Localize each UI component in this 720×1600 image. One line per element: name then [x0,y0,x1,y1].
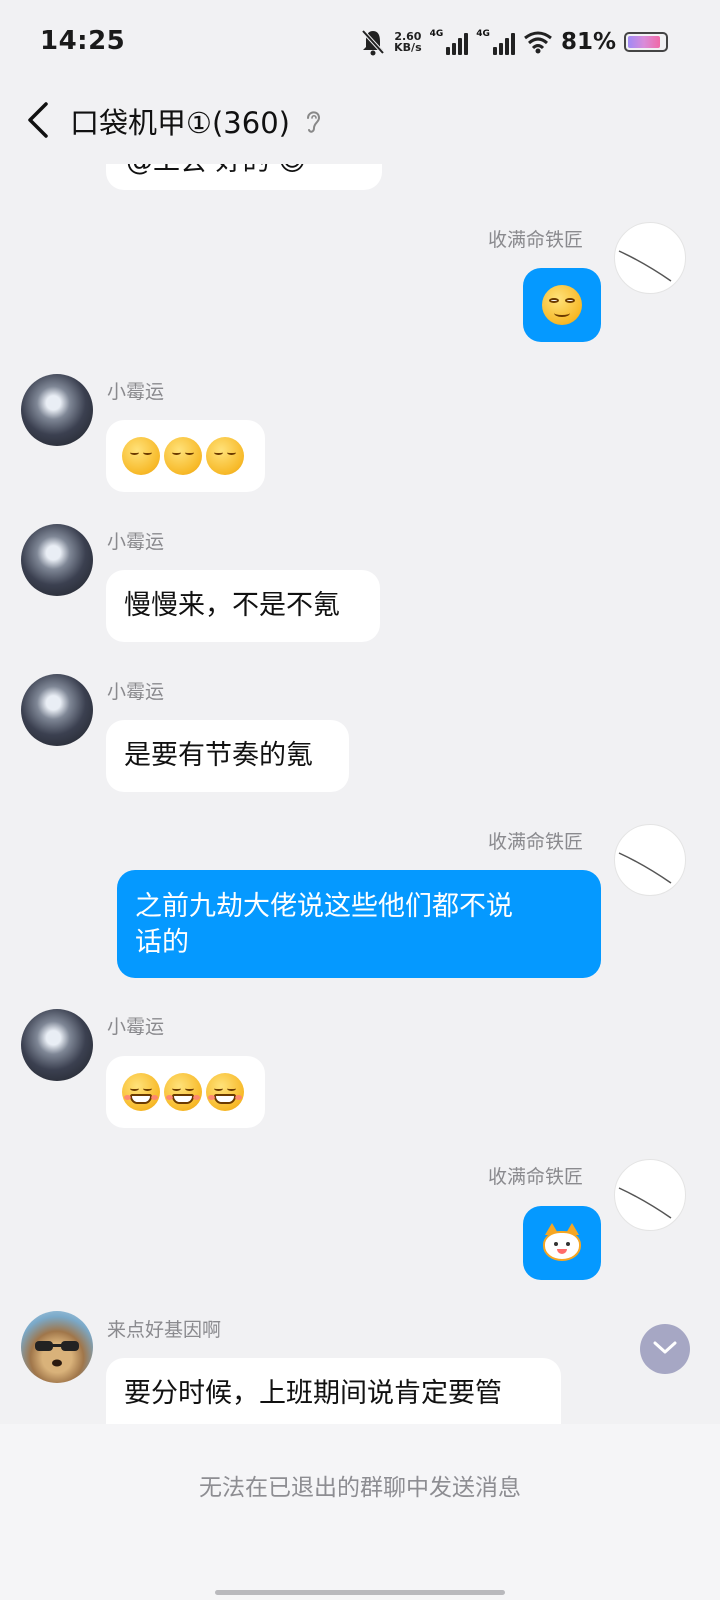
avatar-sketch-icon [618,1187,672,1219]
message-bubble[interactable]: 是要有节奏的氪 [106,720,349,792]
sender-name: 小霉运 [107,1016,165,1038]
status-time: 14:25 [40,26,126,56]
network-type: 4G [476,29,490,39]
back-chevron-icon [28,102,48,138]
network-speed: 2.60 KB/s [394,31,421,53]
battery-icon [624,32,668,52]
sunglasses-dog-icon [35,1341,79,1367]
message-text: 慢慢来，不是不氪 [124,590,340,621]
avatar[interactable] [21,1311,93,1383]
avatar[interactable] [21,524,93,596]
avatar[interactable] [614,824,686,896]
signal-icon: 4G [430,29,469,55]
chat-messages-area[interactable]: @工会 好的 😊 收满命铁匠 小霉运 小霉运 慢慢来，不是不氪 小霉运 是要有节… [0,0,720,1424]
chevron-down-icon [653,1341,677,1354]
wifi-icon [524,31,552,54]
sender-name: 收满命铁匠 [488,1166,584,1188]
message-text: 是要有节奏的氪 [124,740,313,771]
grin-emoji-icon [122,1073,160,1111]
pensive-emoji-icon [122,437,160,475]
message-bubble[interactable]: 要分时候，上班期间说肯定要管 [106,1358,561,1424]
home-indicator[interactable] [215,1590,505,1595]
sender-name: 小霉运 [107,681,165,703]
cat-sticker-icon [541,1223,583,1263]
avatar[interactable] [21,674,93,746]
avatar[interactable] [21,374,93,446]
avatar[interactable] [614,222,686,294]
message-text: 要分时候，上班期间说肯定要管 [124,1378,502,1409]
battery-percent: 81% [560,29,616,55]
speed-unit: KB/s [394,41,422,54]
message-bubble[interactable]: 之前九劫大佬说这些他们都不说 话的 [117,870,601,978]
mute-bell-icon [360,28,386,56]
avatar-sketch-icon [618,250,672,282]
message-text-line: 话的 [135,927,189,958]
ear-icon[interactable] [302,106,324,136]
smirk-emoji-icon [542,285,582,325]
avatar-sketch-icon [618,852,672,884]
back-button[interactable] [22,98,62,142]
input-disabled-footer: 无法在已退出的群聊中发送消息 [0,1424,720,1600]
message-text-line: 之前九劫大佬说这些他们都不说 [135,891,513,922]
emoji-bubble[interactable] [106,420,265,492]
sender-name: 收满命铁匠 [488,831,584,853]
sender-name: 小霉运 [107,381,165,403]
grin-emoji-icon [206,1073,244,1111]
status-bar: 14:25 2.60 KB/s 4G 4G 81% [0,0,720,84]
sticker-bubble[interactable] [523,1206,601,1280]
grin-emoji-icon [164,1073,202,1111]
pensive-emoji-icon [206,437,244,475]
avatar[interactable] [614,1159,686,1231]
sticker-bubble[interactable] [523,268,601,342]
chat-header: 口袋机甲①(360) [0,84,720,164]
signal-icon: 4G [476,29,515,55]
sender-name: 小霉运 [107,531,165,553]
sender-name: 收满命铁匠 [488,229,584,251]
message-bubble[interactable]: 慢慢来，不是不氪 [106,570,380,642]
page-title[interactable]: 口袋机甲①(360) [70,100,290,142]
sender-name: 来点好基因啊 [107,1319,222,1341]
emoji-bubble[interactable] [106,1056,265,1128]
scroll-to-bottom-button[interactable] [640,1324,690,1374]
pensive-emoji-icon [164,437,202,475]
footer-notice: 无法在已退出的群聊中发送消息 [199,1475,521,1501]
network-type: 4G [429,29,444,39]
avatar[interactable] [21,1009,93,1081]
